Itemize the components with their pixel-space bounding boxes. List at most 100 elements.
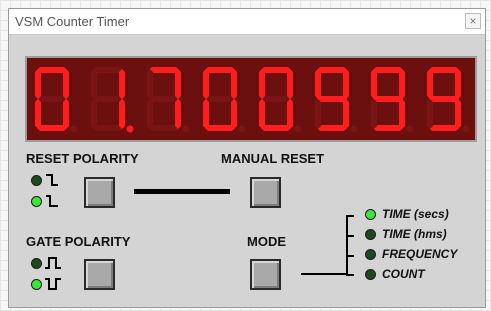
decimal-point xyxy=(294,125,302,133)
display-digit xyxy=(203,67,246,133)
gate-polarity-button[interactable] xyxy=(84,259,115,290)
mode-button[interactable] xyxy=(250,259,281,290)
digit-segment-d xyxy=(261,125,291,131)
digit-segment-d xyxy=(37,125,67,131)
digit-segment-e xyxy=(35,99,41,129)
digit-segment-g xyxy=(373,96,403,102)
decimal-point xyxy=(406,125,414,133)
mode-wire-horizontal xyxy=(301,273,347,275)
digit-segment-d xyxy=(373,125,403,131)
reset-polarity-led-rising xyxy=(31,196,42,207)
digit-segment-f xyxy=(91,69,97,99)
digit-segment-d xyxy=(429,125,459,131)
mode-led-time-secs xyxy=(365,209,376,220)
digit-segment-d xyxy=(149,125,179,131)
display-digit xyxy=(315,67,358,133)
rising-edge-low-icon xyxy=(45,193,59,214)
digit-segment-a xyxy=(37,67,67,73)
positive-pulse-icon xyxy=(44,255,62,276)
mode-led-count xyxy=(365,269,376,280)
display-digit xyxy=(259,67,302,133)
digit-segment-b xyxy=(287,69,293,99)
reset-polarity-label: RESET POLARITY xyxy=(26,151,139,166)
digit-segment-g xyxy=(205,96,235,102)
mode-tick-1 xyxy=(346,235,354,237)
digit-segment-f xyxy=(371,69,377,99)
decimal-point xyxy=(462,125,470,133)
digit-segment-b xyxy=(119,69,125,99)
digit-segment-d xyxy=(317,125,347,131)
digit-segment-g xyxy=(317,96,347,102)
window-title: VSM Counter Timer xyxy=(15,14,130,29)
digit-segment-c xyxy=(119,99,125,129)
decimal-point xyxy=(350,125,358,133)
digit-segment-b xyxy=(175,69,181,99)
decimal-point xyxy=(182,125,190,133)
digit-segment-a xyxy=(205,67,235,73)
mode-label: MODE xyxy=(247,234,286,249)
mode-wire-vertical xyxy=(346,215,348,275)
digit-segment-f xyxy=(35,69,41,99)
digit-segment-g xyxy=(93,96,123,102)
mode-led-time-hms xyxy=(365,229,376,240)
display-digit xyxy=(427,67,470,133)
decimal-point xyxy=(70,125,78,133)
digit-segment-d xyxy=(93,125,123,131)
counter-timer-window: VSM Counter Timer × RESET POLARITY MANUA… xyxy=(8,8,486,308)
digit-segment-g xyxy=(429,96,459,102)
mode-tick-3 xyxy=(346,274,354,276)
decimal-point xyxy=(126,125,134,133)
digit-segment-a xyxy=(373,67,403,73)
negative-pulse-icon xyxy=(44,276,62,297)
digit-segment-a xyxy=(429,67,459,73)
digit-segment-e xyxy=(259,99,265,129)
digit-segment-f xyxy=(203,69,209,99)
digit-segment-a xyxy=(149,67,179,73)
digit-segment-a xyxy=(317,67,347,73)
digit-segment-f xyxy=(259,69,265,99)
digit-segment-c xyxy=(63,99,69,129)
digit-segment-b xyxy=(231,69,237,99)
digit-segment-c xyxy=(175,99,181,129)
decimal-point xyxy=(238,125,246,133)
reset-polarity-button[interactable] xyxy=(84,177,115,208)
digit-segment-f xyxy=(427,69,433,99)
digit-segment-b xyxy=(343,69,349,99)
mode-led-frequency xyxy=(365,249,376,260)
display-digit xyxy=(147,67,190,133)
close-button[interactable]: × xyxy=(465,13,481,29)
digit-segment-a xyxy=(93,67,123,73)
digit-segment-g xyxy=(37,96,67,102)
gate-polarity-led-positive xyxy=(31,258,42,269)
digit-segment-f xyxy=(315,69,321,99)
digit-segment-c xyxy=(231,99,237,129)
falling-edge-icon xyxy=(45,172,59,193)
digit-segment-e xyxy=(203,99,209,129)
display-digits xyxy=(35,67,470,133)
digit-segment-a xyxy=(261,67,291,73)
gate-polarity-led-negative xyxy=(31,279,42,290)
digit-segment-g xyxy=(149,96,179,102)
mode-tick-0 xyxy=(346,215,354,217)
digit-segment-c xyxy=(455,99,461,129)
gate-polarity-label: GATE POLARITY xyxy=(26,234,131,249)
manual-reset-button[interactable] xyxy=(250,177,281,208)
digit-segment-f xyxy=(147,69,153,99)
mode-option-count: COUNT xyxy=(382,267,425,281)
display-digit xyxy=(35,67,78,133)
title-bar[interactable]: VSM Counter Timer × xyxy=(9,9,485,35)
digit-segment-e xyxy=(315,99,321,129)
reset-link-bar xyxy=(134,189,230,194)
mode-option-time-secs: TIME (secs) xyxy=(382,207,449,221)
display-digit xyxy=(91,67,134,133)
digit-segment-e xyxy=(147,99,153,129)
digit-segment-e xyxy=(371,99,377,129)
digit-segment-c xyxy=(399,99,405,129)
digit-segment-b xyxy=(63,69,69,99)
digit-segment-e xyxy=(427,99,433,129)
digit-segment-d xyxy=(205,125,235,131)
reset-polarity-led-falling xyxy=(31,175,42,186)
digit-segment-g xyxy=(261,96,291,102)
display-digit xyxy=(371,67,414,133)
seven-segment-display xyxy=(25,56,477,142)
